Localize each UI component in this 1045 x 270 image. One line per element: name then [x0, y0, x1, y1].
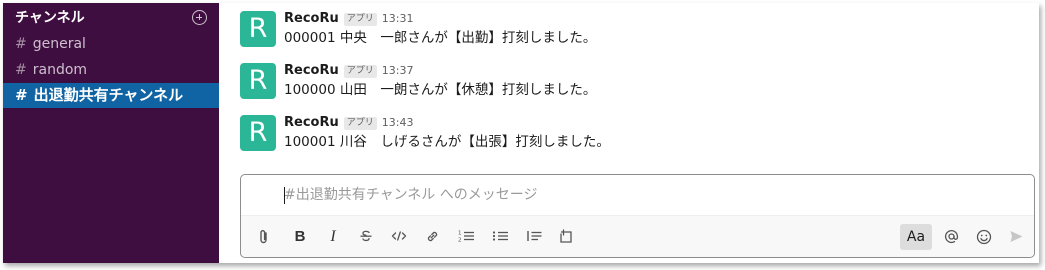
- bold-button[interactable]: B: [288, 224, 312, 250]
- app-badge: アプリ: [343, 65, 377, 78]
- message-item: R RecoRu アプリ 13:43 100001 川谷 しげるさんが【出張】打刻し…: [240, 113, 1000, 153]
- message-item: R RecoRu アプリ 13:31 000001 中央 一郎さんが【出勤】打刻しま…: [240, 9, 1000, 49]
- send-icon[interactable]: [1003, 224, 1029, 250]
- app-avatar[interactable]: R: [240, 63, 276, 99]
- sidebar-item-attendance-channel[interactable]: # 出退勤共有チャンネル: [3, 83, 219, 108]
- timestamp[interactable]: 13:43: [382, 116, 414, 129]
- svg-text:2: 2: [458, 238, 462, 244]
- sidebar-item-random[interactable]: # random: [3, 58, 219, 82]
- add-channel-icon[interactable]: [192, 10, 207, 25]
- timestamp[interactable]: 13:31: [382, 12, 414, 25]
- formatting-toolbar: B I 12 Aa: [241, 215, 1034, 257]
- code-block-icon[interactable]: [553, 224, 579, 250]
- message-pane: R RecoRu アプリ 13:31 000001 中央 一郎さんが【出勤】打刻しま…: [219, 3, 1039, 263]
- sidebar-item-general[interactable]: # general: [3, 32, 219, 56]
- ordered-list-icon[interactable]: 12: [453, 224, 479, 250]
- sender-name[interactable]: RecoRu: [284, 11, 339, 26]
- attach-icon[interactable]: [251, 224, 277, 250]
- app-badge: アプリ: [343, 117, 377, 130]
- bullet-list-icon[interactable]: [487, 224, 513, 250]
- app-badge: アプリ: [343, 13, 377, 26]
- text-format-button[interactable]: Aa: [900, 224, 932, 250]
- message-input-placeholder[interactable]: #出退勤共有チャンネル へのメッセージ: [284, 185, 537, 205]
- message-text: 100000 山田 一朗さんが【休憩】打刻しました。: [284, 82, 597, 98]
- channels-header[interactable]: チャンネル: [15, 8, 209, 28]
- link-icon[interactable]: [420, 224, 444, 250]
- message-composer[interactable]: #出退勤共有チャンネル へのメッセージ B I 12 Aa: [240, 174, 1035, 258]
- channel-name: general: [32, 36, 86, 52]
- channels-header-label: チャンネル: [15, 10, 85, 26]
- sidebar: チャンネル # general # random # 出退勤共有チャンネル: [3, 3, 219, 263]
- message-item: R RecoRu アプリ 13:37 100000 山田 一朗さんが【休憩】打刻しま…: [240, 61, 1000, 101]
- message-meta: RecoRu アプリ 13:31: [284, 9, 414, 26]
- app-avatar[interactable]: R: [240, 115, 276, 151]
- message-meta: RecoRu アプリ 13:43: [284, 113, 414, 130]
- sender-name[interactable]: RecoRu: [284, 63, 339, 78]
- hash-icon: #: [15, 62, 27, 78]
- italic-button[interactable]: I: [321, 224, 345, 250]
- app-window: チャンネル # general # random # 出退勤共有チャンネル R Rec…: [3, 3, 1039, 263]
- hash-icon: #: [15, 36, 27, 52]
- mention-icon[interactable]: [938, 224, 964, 250]
- sender-name[interactable]: RecoRu: [284, 115, 339, 130]
- emoji-icon[interactable]: [971, 224, 997, 250]
- message-text: 000001 中央 一郎さんが【出勤】打刻しました。: [284, 30, 597, 46]
- channel-name: random: [32, 62, 88, 78]
- text-caret: [284, 187, 285, 204]
- app-avatar[interactable]: R: [240, 11, 276, 47]
- svg-text:1: 1: [458, 231, 462, 237]
- message-text: 100001 川谷 しげるさんが【出張】打刻しました。: [284, 134, 610, 150]
- code-icon[interactable]: [387, 224, 411, 250]
- hash-icon: #: [15, 86, 28, 104]
- message-meta: RecoRu アプリ 13:37: [284, 61, 414, 78]
- strikethrough-icon[interactable]: [354, 224, 378, 250]
- channel-name: 出退勤共有チャンネル: [33, 86, 184, 104]
- blockquote-icon[interactable]: [521, 224, 547, 250]
- timestamp[interactable]: 13:37: [382, 64, 414, 77]
